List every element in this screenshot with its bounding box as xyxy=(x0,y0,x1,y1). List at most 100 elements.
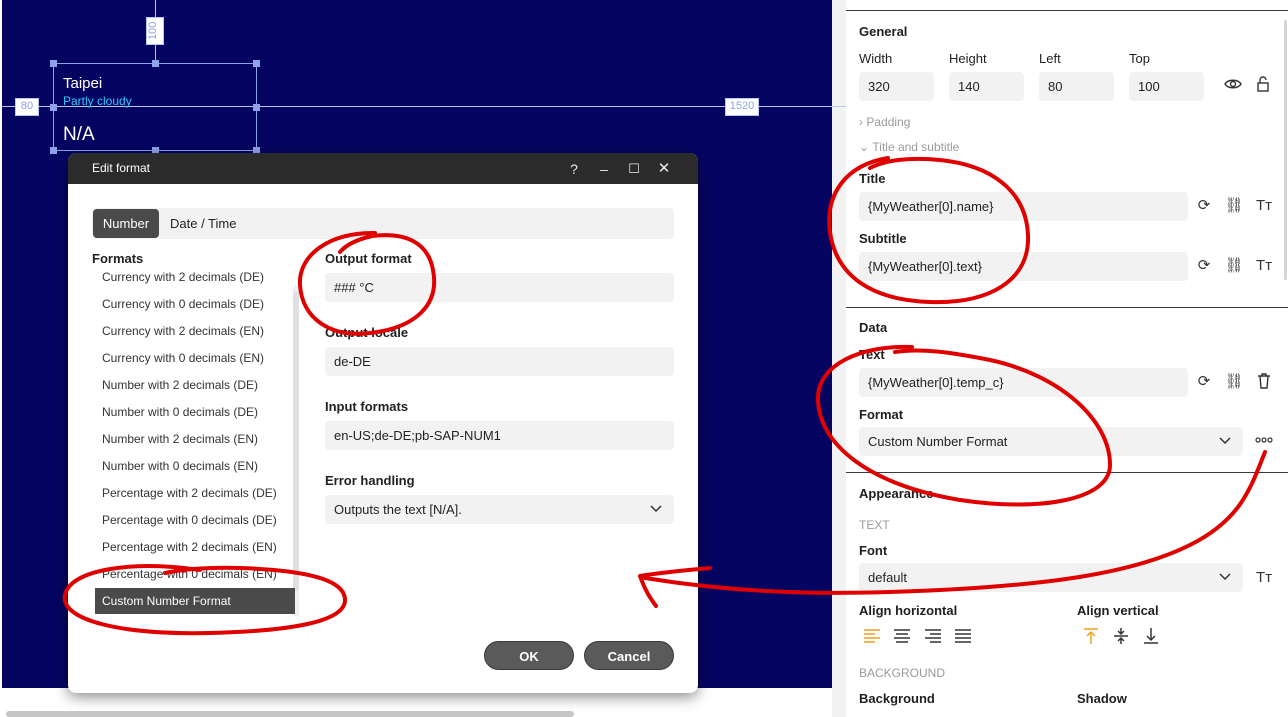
background-label: Background xyxy=(859,691,935,706)
align-bottom-icon[interactable] xyxy=(1141,626,1163,648)
background-caps-label: BACKGROUND xyxy=(859,666,946,680)
list-item[interactable]: Percentage with 2 decimals (EN) xyxy=(95,534,295,560)
align-top-icon[interactable] xyxy=(1081,626,1103,648)
top-input[interactable]: 100 xyxy=(1129,72,1204,101)
list-item[interactable]: Percentage with 2 decimals (DE) xyxy=(95,480,295,506)
formats-list: Currency with 2 decimals (DE) Currency w… xyxy=(95,269,301,619)
section-divider xyxy=(846,10,1288,11)
chevron-down-icon xyxy=(1219,427,1231,467)
canvas-horizontal-scrollbar[interactable] xyxy=(6,711,574,717)
error-handling-select[interactable]: Outputs the text [N/A]. xyxy=(325,495,674,524)
list-item[interactable]: Currency with 0 decimals (DE) xyxy=(95,291,295,317)
widget-title: Taipei xyxy=(63,75,103,92)
font-select[interactable]: default xyxy=(859,563,1243,592)
title-subtitle-collapsible[interactable]: ⌄ Title and subtitle xyxy=(859,140,959,154)
widget-value: N/A xyxy=(63,124,95,145)
refresh-icon[interactable]: ⟳ xyxy=(1193,255,1215,277)
font-select-value: default xyxy=(868,570,908,585)
align-left-icon[interactable] xyxy=(862,626,884,648)
output-locale-label: Output locale xyxy=(325,325,409,340)
height-label: Height xyxy=(949,51,987,66)
chevron-down-icon: ⌄ xyxy=(859,140,873,154)
list-item[interactable]: Percentage with 0 decimals (DE) xyxy=(95,507,295,533)
list-item[interactable]: Number with 0 decimals (DE) xyxy=(95,399,295,425)
resize-handle[interactable] xyxy=(152,60,159,67)
edit-format-dialog: Edit format ? – ☐ ✕ Number Date / Time F… xyxy=(68,153,698,693)
right-distance-label: 1520 xyxy=(725,98,759,116)
section-divider xyxy=(846,472,1288,473)
error-handling-label: Error handling xyxy=(325,473,415,488)
text-label: Text xyxy=(859,347,885,362)
list-item[interactable]: Number with 2 decimals (DE) xyxy=(95,372,295,398)
text-style-icon[interactable]: Tт xyxy=(1253,255,1275,277)
properties-panel: General Width Height Left Top 320 140 80… xyxy=(846,0,1288,717)
dialog-titlebar[interactable]: Edit format ? – ☐ ✕ xyxy=(68,153,698,184)
close-icon[interactable]: ✕ xyxy=(653,159,675,179)
ok-button[interactable]: OK xyxy=(484,641,574,670)
general-section-title: General xyxy=(859,24,908,39)
left-label: Left xyxy=(1039,51,1061,66)
list-item[interactable]: Percentage with 0 decimals (EN) xyxy=(95,561,295,587)
list-item[interactable]: Number with 0 decimals (EN) xyxy=(95,453,295,479)
text-style-icon[interactable]: Tт xyxy=(1253,195,1275,217)
tab-number[interactable]: Number xyxy=(93,209,159,238)
output-format-label: Output format xyxy=(325,251,412,266)
text-style-icon[interactable]: Tт xyxy=(1253,567,1275,589)
padding-collapsible[interactable]: › Padding xyxy=(859,115,910,129)
error-handling-value: Outputs the text [N/A]. xyxy=(334,502,462,517)
width-input[interactable]: 320 xyxy=(859,72,934,101)
data-section-title: Data xyxy=(859,320,888,335)
help-icon[interactable]: ? xyxy=(563,159,585,179)
height-input[interactable]: 140 xyxy=(949,72,1024,101)
widget-subtitle: Partly cloudy xyxy=(63,94,132,108)
top-label: Top xyxy=(1129,51,1150,66)
list-item-selected[interactable]: Custom Number Format xyxy=(95,588,295,614)
format-select-value: Custom Number Format xyxy=(868,434,1008,449)
resize-handle[interactable] xyxy=(253,104,260,111)
title-input[interactable]: {MyWeather[0].name} xyxy=(859,192,1188,221)
subtitle-label: Subtitle xyxy=(859,231,907,246)
list-item[interactable]: Currency with 2 decimals (EN) xyxy=(95,318,295,344)
left-input[interactable]: 80 xyxy=(1039,72,1114,101)
list-item[interactable]: Currency with 0 decimals (EN) xyxy=(95,345,295,371)
output-locale-input[interactable]: de-DE xyxy=(325,347,674,376)
text-input[interactable]: {MyWeather[0].temp_c} xyxy=(859,368,1188,397)
tab-date-time[interactable]: Date / Time xyxy=(170,209,236,238)
output-format-input[interactable]: ### °C xyxy=(325,273,674,302)
padding-label: Padding xyxy=(866,115,911,129)
align-justify-icon[interactable] xyxy=(953,626,975,648)
maximize-icon[interactable]: ☐ xyxy=(623,159,645,179)
resize-handle[interactable] xyxy=(50,104,57,111)
panel-scrollbar[interactable] xyxy=(1284,20,1287,280)
link-icon[interactable]: ⛓ xyxy=(1223,255,1245,277)
refresh-icon[interactable]: ⟳ xyxy=(1193,195,1215,217)
format-select[interactable]: Custom Number Format xyxy=(859,427,1243,456)
cancel-button[interactable]: Cancel xyxy=(584,641,674,670)
unlock-icon[interactable] xyxy=(1252,74,1274,96)
appearance-section-title: Appearance xyxy=(859,486,934,501)
align-right-icon[interactable] xyxy=(923,626,945,648)
resize-handle[interactable] xyxy=(253,60,260,67)
title-label: Title xyxy=(859,171,886,186)
format-label: Format xyxy=(859,407,904,422)
link-icon[interactable]: ⛓ xyxy=(1223,371,1245,393)
resize-handle[interactable] xyxy=(50,60,57,67)
more-dots-icon[interactable] xyxy=(1253,430,1275,452)
input-formats-input[interactable]: en-US;de-DE;pb-SAP-NUM1 xyxy=(325,421,674,450)
list-item[interactable]: Currency with 2 decimals (DE) xyxy=(95,269,295,290)
resize-handle[interactable] xyxy=(50,147,57,154)
chevron-down-icon xyxy=(650,495,662,535)
refresh-icon[interactable]: ⟳ xyxy=(1193,371,1215,393)
weather-widget[interactable]: Taipei Partly cloudy N/A xyxy=(50,60,260,154)
left-distance-label: 80 xyxy=(15,98,39,116)
align-middle-icon[interactable] xyxy=(1111,626,1133,648)
format-type-tabs: Number Date / Time xyxy=(92,208,674,239)
minimize-icon[interactable]: – xyxy=(593,159,615,179)
subtitle-input[interactable]: {MyWeather[0].text} xyxy=(859,252,1188,281)
align-center-icon[interactable] xyxy=(892,626,914,648)
trash-icon[interactable] xyxy=(1253,371,1275,393)
text-caps-label: TEXT xyxy=(859,518,890,532)
list-item[interactable]: Number with 2 decimals (EN) xyxy=(95,426,295,452)
link-icon[interactable]: ⛓ xyxy=(1223,195,1245,217)
eye-icon[interactable] xyxy=(1222,74,1244,96)
